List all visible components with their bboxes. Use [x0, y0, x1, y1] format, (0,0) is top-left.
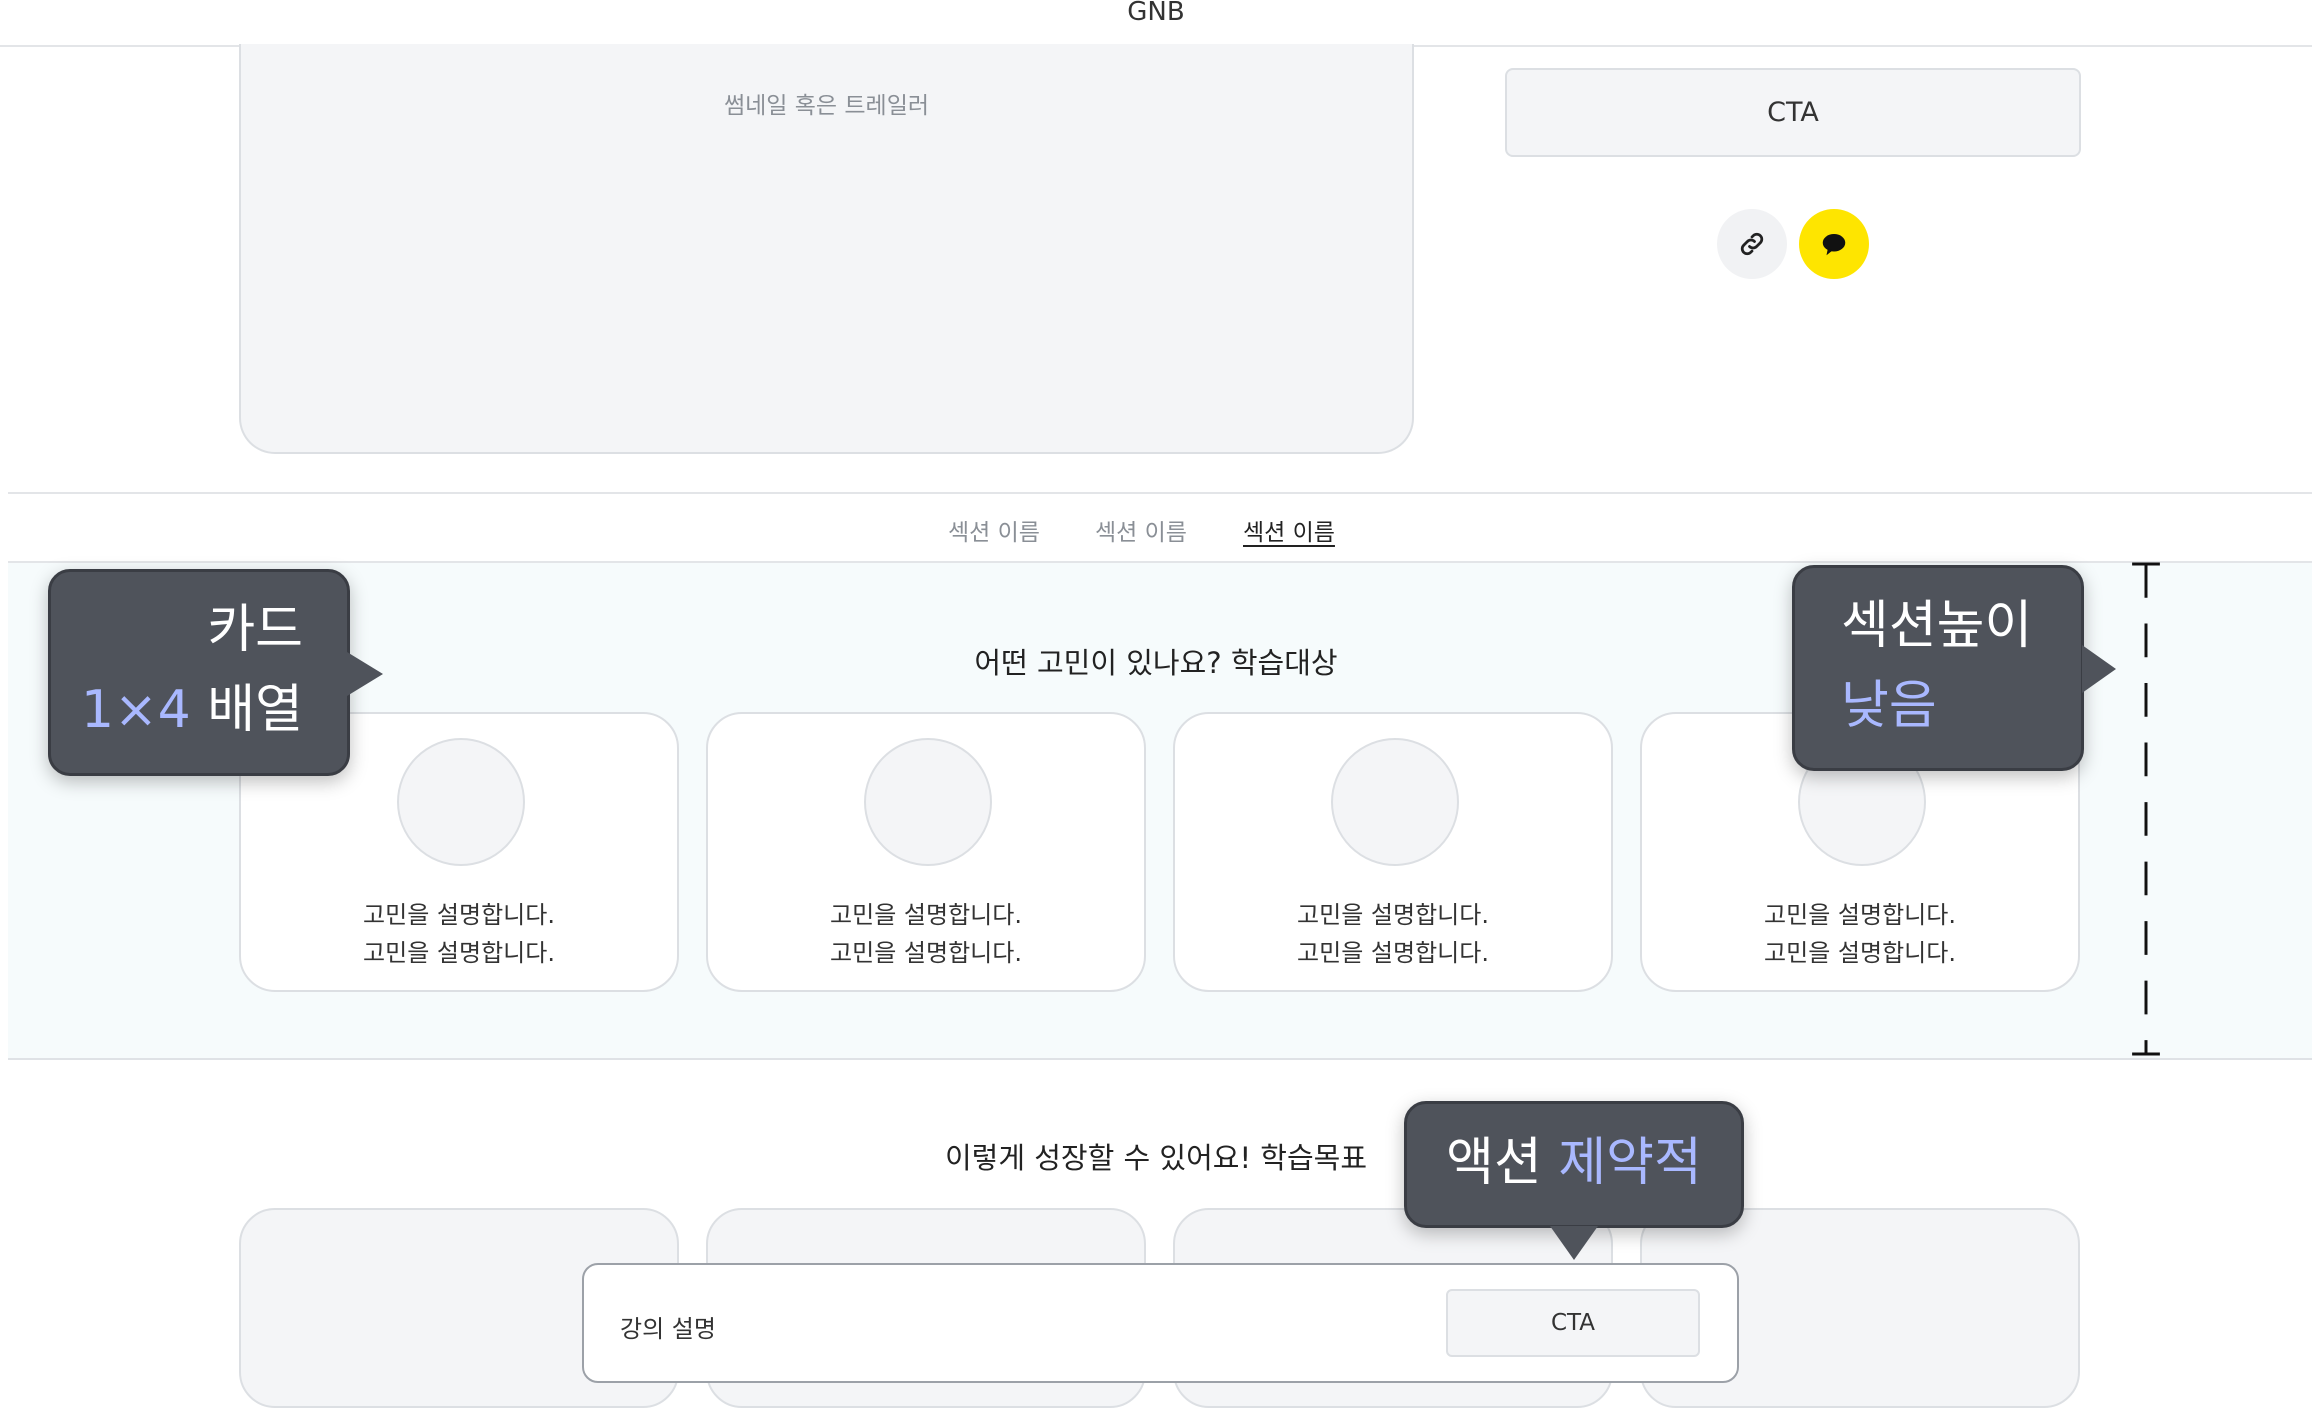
annotation-pointer	[347, 652, 383, 696]
tabs-divider-top	[8, 492, 2312, 494]
card-text-line-1: 고민을 설명합니다.	[363, 901, 555, 929]
share-link-button[interactable]	[1717, 209, 1787, 279]
annotation-highlight: 1×4	[81, 680, 191, 740]
annotation-highlight: 제약적	[1558, 1133, 1702, 1193]
annotation-text: 액션	[1446, 1133, 1559, 1193]
concern-card[interactable]: 고민을 설명합니다. 고민을 설명합니다.	[1173, 712, 1613, 992]
card-text-line-1: 고민을 설명합니다.	[830, 901, 1022, 929]
annotation-action-limited: 액션 제약적	[1404, 1101, 1744, 1228]
tab-section-2[interactable]: 섹션 이름	[1095, 513, 1187, 547]
section-title: 이렇게 성장할 수 있어요! 학습목표	[944, 1141, 1368, 1175]
annotation-line-1: 카드	[207, 600, 303, 660]
annotation-pointer	[2082, 645, 2116, 693]
card-text-line-2: 고민을 설명합니다.	[830, 939, 1022, 967]
card-text-line-2: 고민을 설명합니다.	[1764, 939, 1956, 967]
cta-button[interactable]: CTA	[1446, 1289, 1700, 1357]
card-text-line-2: 고민을 설명합니다.	[363, 939, 555, 967]
tab-section-1[interactable]: 섹션 이름	[948, 513, 1040, 547]
kakao-share-button[interactable]	[1799, 209, 1869, 279]
card-image-placeholder	[864, 738, 992, 866]
annotation-pointer	[1550, 1226, 1598, 1260]
gnb-label: GNB	[1127, 0, 1185, 27]
section-height-indicator	[2132, 562, 2160, 1056]
annotation-line-1: 섹션높이	[1841, 596, 2033, 656]
annotation-highlight: 낮음	[1841, 676, 1937, 736]
card-text-line-2: 고민을 설명합니다.	[1297, 939, 1489, 967]
annotation-card-layout: 카드 1×4 배열	[48, 569, 350, 776]
thumbnail-label: 썸네일 혹은 트레일러	[723, 93, 930, 119]
course-description-label: 강의 설명	[620, 1315, 716, 1343]
concern-card[interactable]: 고민을 설명합니다. 고민을 설명합니다.	[706, 712, 1146, 992]
card-text-line-1: 고민을 설명합니다.	[1297, 901, 1489, 929]
card-text-line-1: 고민을 설명합니다.	[1764, 901, 1956, 929]
annotation-text: 배열	[190, 680, 303, 740]
card-image-placeholder	[1331, 738, 1459, 866]
cta-button[interactable]: CTA	[1505, 68, 2081, 157]
floating-action-bar: 강의 설명 CTA	[582, 1263, 1739, 1383]
annotation-section-height: 섹션높이 낮음	[1792, 565, 2084, 771]
global-nav-bar: GNB	[0, 0, 2312, 47]
kakao-chat-icon	[1822, 234, 1846, 256]
thumbnail-placeholder[interactable]: 썸네일 혹은 트레일러	[239, 44, 1414, 454]
annotation-line-2: 1×4 배열	[51, 670, 303, 750]
link-icon	[1740, 232, 1764, 256]
tab-section-3[interactable]: 섹션 이름	[1243, 513, 1335, 547]
card-image-placeholder	[397, 738, 525, 866]
